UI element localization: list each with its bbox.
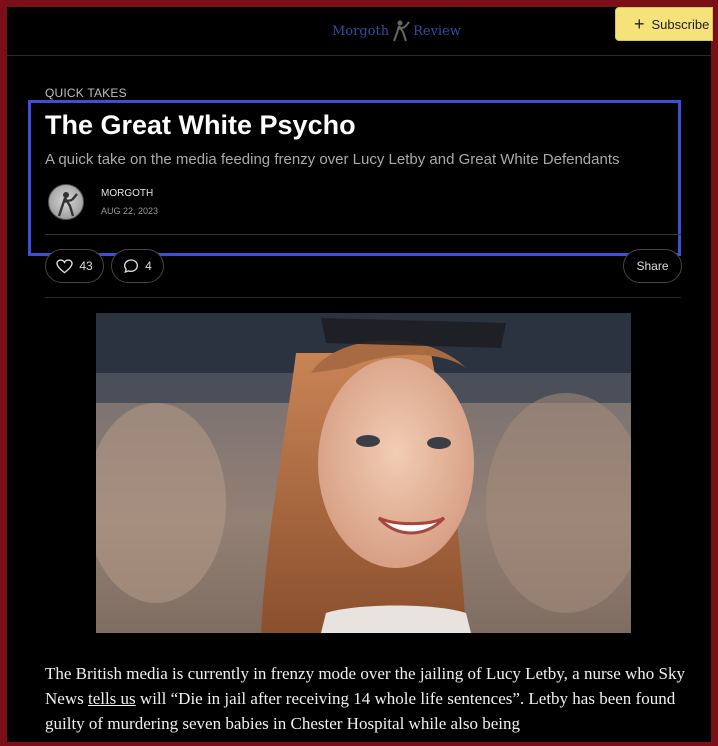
divider [45,234,681,235]
post-category[interactable]: QUICK TAKES [45,86,127,100]
like-button[interactable]: 43 [45,249,104,283]
brand-logo-icon [393,20,410,42]
post-title: The Great White Psycho [45,110,356,140]
portrait-illustration [96,313,631,633]
article-image[interactable] [96,313,631,633]
subscribe-label: Subscribe [651,16,710,32]
author-avatar[interactable] [48,184,84,220]
tells-us-link[interactable]: tells us [88,689,136,708]
share-label: Share [636,259,669,273]
divider [45,297,681,298]
share-button[interactable]: Share [623,249,682,283]
top-bar: Morgoth Review + Subscribe [7,7,713,56]
plus-icon: + [634,14,645,34]
site-brand[interactable]: Morgoth Review [332,17,461,45]
brand-name-left: Morgoth [332,23,390,39]
comment-button[interactable]: 4 [111,249,164,283]
heart-icon [56,258,73,273]
brand-name-right: Review [413,23,461,39]
like-count: 43 [79,259,93,273]
post-subtitle: A quick take on the media feeding frenzy… [45,151,620,168]
speech-bubble-icon [124,259,139,274]
author-name[interactable]: MORGOTH [101,188,153,199]
post-date: AUG 22, 2023 [101,206,159,216]
subscribe-button[interactable]: + Subscribe [615,7,713,41]
comment-count: 4 [145,259,152,273]
article-paragraph: The British media is currently in frenzy… [45,664,686,733]
